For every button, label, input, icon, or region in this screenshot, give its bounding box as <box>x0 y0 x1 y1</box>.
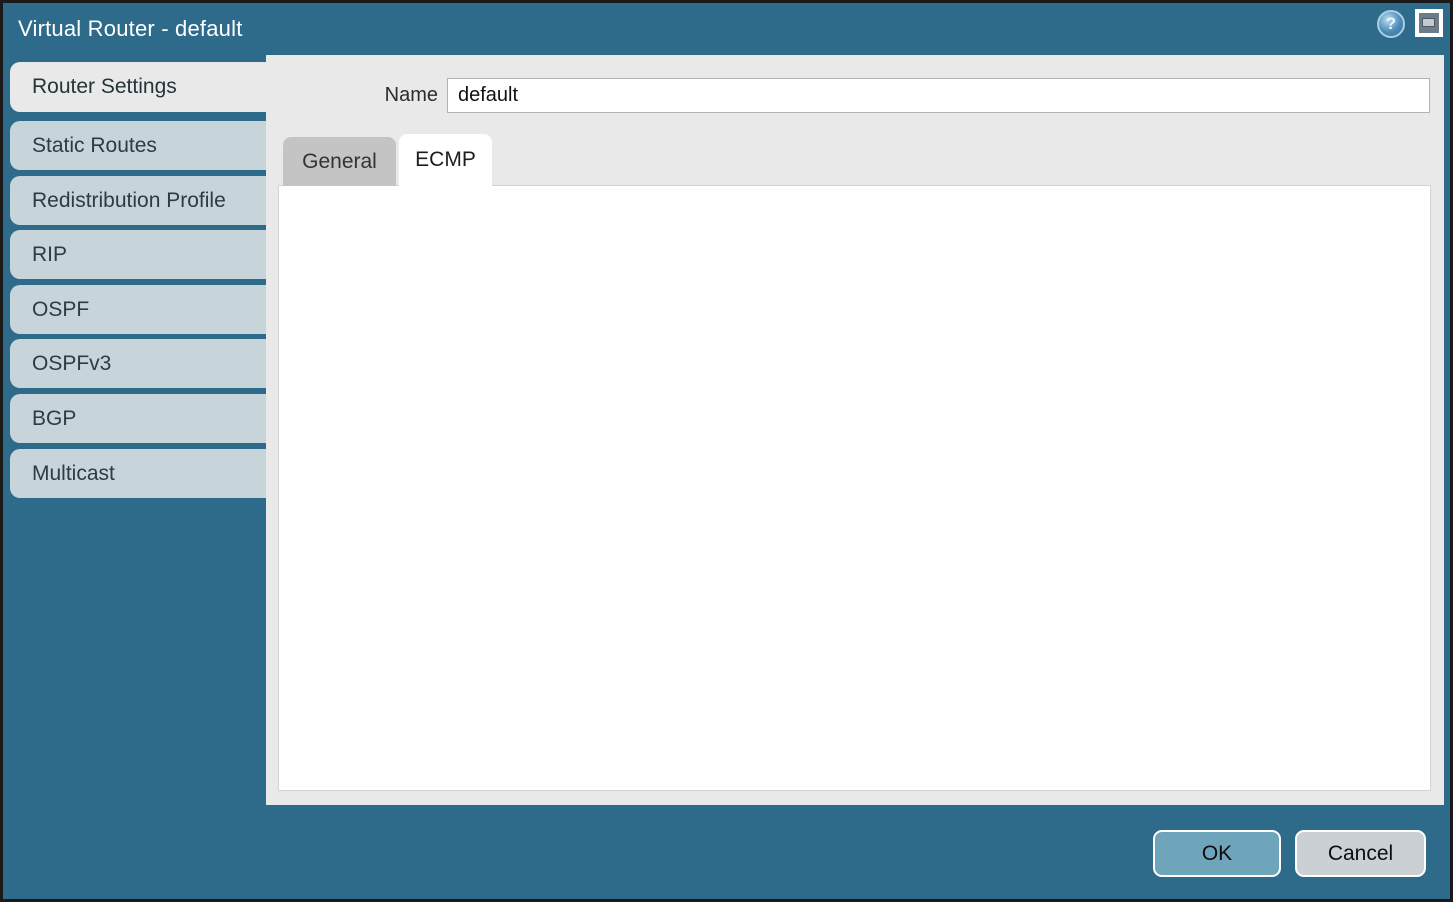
sidebar-item-ospfv3[interactable]: OSPFv3 <box>10 339 266 388</box>
tab-general[interactable]: General <box>283 137 396 186</box>
sidebar-item-ospf[interactable]: OSPF <box>10 285 266 334</box>
sidebar-item-static-routes[interactable]: Static Routes <box>10 121 266 170</box>
dialog-title: Virtual Router - default <box>18 3 243 55</box>
restore-window-icon-inner <box>1422 18 1435 27</box>
sidebar-item-redistribution-profile[interactable]: Redistribution Profile <box>10 176 266 225</box>
sidebar-item-multicast[interactable]: Multicast <box>10 449 266 498</box>
dialog-titlebar: Virtual Router - default <box>3 3 1450 55</box>
sidebar-item-router-settings[interactable]: Router Settings <box>10 62 266 112</box>
tab-ecmp[interactable]: ECMP <box>399 134 492 187</box>
name-input[interactable] <box>447 78 1430 113</box>
sidebar-item-rip[interactable]: RIP <box>10 230 266 279</box>
ok-button[interactable]: OK <box>1153 830 1281 877</box>
cancel-button[interactable]: Cancel <box>1295 830 1426 877</box>
restore-window-icon[interactable] <box>1415 9 1443 37</box>
name-label: Name <box>300 84 438 107</box>
sidebar-item-bgp[interactable]: BGP <box>10 394 266 443</box>
ecmp-panel <box>278 185 1431 791</box>
help-icon[interactable]: ? <box>1377 10 1405 38</box>
